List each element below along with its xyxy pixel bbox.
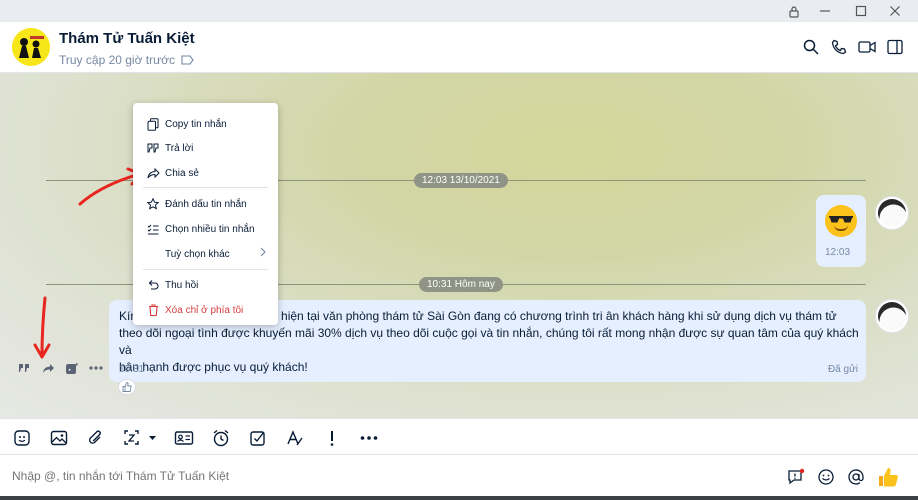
image-icon[interactable] — [48, 427, 70, 449]
maximize-icon[interactable] — [846, 0, 876, 22]
reminder-icon[interactable] — [210, 427, 232, 449]
contact-card-icon[interactable] — [173, 427, 195, 449]
important-icon[interactable] — [321, 427, 343, 449]
message-composer[interactable] — [0, 455, 918, 498]
screenshot-icon[interactable] — [122, 427, 158, 449]
format-text-icon[interactable] — [284, 427, 306, 449]
message-input[interactable] — [12, 469, 712, 483]
attach-icon[interactable] — [85, 427, 107, 449]
avatar[interactable] — [875, 196, 909, 230]
emoji-icon[interactable] — [814, 465, 838, 489]
chevron-right-icon — [260, 247, 266, 257]
menu-item-share[interactable]: Chia sẻ — [133, 162, 278, 184]
menu-item-mark[interactable]: Đánh dấu tin nhắn — [133, 193, 278, 215]
message-status: Đã gửi — [827, 364, 858, 375]
undo-icon — [145, 277, 161, 293]
quick-message-icon[interactable] — [784, 465, 808, 489]
lock-icon[interactable] — [779, 0, 809, 22]
last-seen-text: Truy cập 20 giờ trước — [59, 53, 176, 67]
taskbar-strip — [0, 496, 918, 500]
menu-item-copy[interactable]: Copy tin nhắn — [133, 113, 278, 135]
video-icon[interactable] — [856, 36, 878, 58]
avatar[interactable] — [12, 28, 50, 66]
checklist-icon — [145, 221, 161, 237]
thumbs-up-icon — [122, 382, 132, 392]
menu-item-recall[interactable]: Thu hồi — [133, 274, 278, 296]
menu-item-label: Xóa chỉ ở phía tôi — [165, 304, 244, 316]
contact-name: Thám Tử Tuấn Kiệt — [59, 30, 195, 47]
sticker-icon[interactable] — [11, 427, 33, 449]
sticker-message[interactable]: 12:03 — [816, 195, 866, 267]
sunglasses-emoji — [825, 205, 857, 237]
menu-item-label: Copy tin nhắn — [165, 118, 227, 130]
menu-item-more-options[interactable]: Tuỳ chọn khác — [133, 243, 278, 265]
menu-item-label: Tuỳ chọn khác — [165, 248, 230, 260]
menu-item-label: Đánh dấu tin nhắn — [165, 198, 247, 210]
window-titlebar — [0, 0, 918, 22]
thumbs-up-icon[interactable] — [876, 465, 900, 489]
conversation-header: Thám Tử Tuấn Kiệt Truy cập 20 giờ trước — [0, 22, 918, 73]
message-time: 12:03 — [825, 247, 851, 258]
menu-divider — [143, 269, 268, 270]
composer-toolbar — [0, 418, 918, 455]
menu-item-reply[interactable]: Trả lời — [133, 137, 278, 159]
menu-divider — [143, 187, 268, 188]
copy-icon — [145, 116, 161, 132]
trash-icon — [145, 302, 161, 318]
menu-item-label: Chọn nhiều tin nhắn — [165, 223, 255, 235]
tag-icon[interactable] — [181, 55, 194, 65]
search-icon[interactable] — [800, 36, 822, 58]
mention-icon[interactable] — [844, 465, 868, 489]
sidebar-toggle-icon[interactable] — [884, 36, 906, 58]
close-icon[interactable] — [880, 0, 910, 22]
share-icon — [145, 165, 161, 181]
date-separator: 10:31 Hôm nay — [419, 277, 503, 292]
avatar[interactable] — [875, 299, 909, 333]
quote-icon — [145, 140, 161, 156]
date-separator: 12:03 13/10/2021 — [414, 173, 508, 188]
message-text-line1: hiết, hiện tại văn phòng thám tử Sài Gòn… — [255, 309, 837, 323]
message-context-menu: Copy tin nhắn Trả lời Chia sẻ Đánh dấu t… — [133, 103, 278, 325]
menu-item-label: Thu hồi — [165, 279, 199, 291]
menu-item-delete-for-me[interactable]: Xóa chỉ ở phía tôi — [133, 299, 278, 321]
like-reaction-button[interactable] — [118, 379, 136, 395]
minimize-icon[interactable] — [810, 0, 840, 22]
contact-status: Truy cập 20 giờ trước — [59, 53, 194, 67]
star-icon — [145, 196, 161, 212]
message-text-line2: theo dõi ngoại tình được khuyến mãi 30% … — [119, 326, 859, 357]
more-icon[interactable] — [358, 427, 380, 449]
todo-icon[interactable] — [247, 427, 269, 449]
menu-item-multiselect[interactable]: Chọn nhiều tin nhắn — [133, 218, 278, 240]
menu-item-label: Trả lời — [165, 142, 194, 154]
phone-icon[interactable] — [828, 36, 850, 58]
menu-item-label: Chia sẻ — [165, 167, 199, 179]
